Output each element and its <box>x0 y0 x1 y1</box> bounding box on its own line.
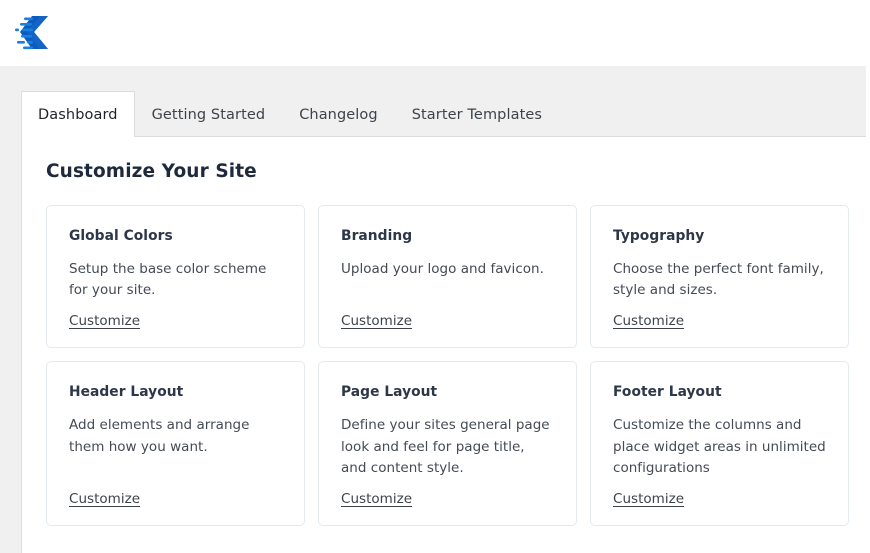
card-typography[interactable]: Typography Choose the perfect font famil… <box>590 205 849 349</box>
card-branding[interactable]: Branding Upload your logo and favicon. C… <box>318 205 577 349</box>
right-edge-spacer <box>866 0 870 553</box>
card-description: Add elements and arrange them how you wa… <box>69 417 250 455</box>
card-footer-layout[interactable]: Footer Layout Customize the columns and … <box>590 361 849 526</box>
customize-link-footer-layout[interactable]: Customize <box>613 491 684 507</box>
card-description: Define your sites general page look and … <box>341 417 550 476</box>
tab-changelog-label: Changelog <box>299 106 378 123</box>
customize-link-global-colors[interactable]: Customize <box>69 313 140 329</box>
card-global-colors[interactable]: Global Colors Setup the base color schem… <box>46 205 305 349</box>
customize-card-grid: Global Colors Setup the base color schem… <box>46 205 849 349</box>
tab-changelog[interactable]: Changelog <box>282 91 395 137</box>
card-description: Setup the base color scheme for your sit… <box>69 261 267 299</box>
card-title: Branding <box>341 228 413 244</box>
theme-logo-icon <box>14 12 62 54</box>
tab-dashboard[interactable]: Dashboard <box>21 91 135 138</box>
card-title: Global Colors <box>69 228 173 244</box>
tab-getting-started-label: Getting Started <box>151 106 266 123</box>
left-rail <box>0 66 21 553</box>
card-page-layout[interactable]: Page Layout Define your sites general pa… <box>318 361 577 526</box>
card-title: Header Layout <box>69 384 184 401</box>
customize-link-branding[interactable]: Customize <box>341 313 412 329</box>
card-header-layout[interactable]: Header Layout Add elements and arrange t… <box>46 361 305 526</box>
tab-list: Dashboard Getting Started Changelog Star… <box>21 91 559 138</box>
tab-starter-templates[interactable]: Starter Templates <box>395 91 559 137</box>
customize-card-grid-row-2: Header Layout Add elements and arrange t… <box>46 361 849 526</box>
tab-getting-started[interactable]: Getting Started <box>135 91 283 137</box>
admin-dashboard-page: Dashboard Getting Started Changelog Star… <box>0 0 870 553</box>
card-description: Upload your logo and favicon. <box>341 261 544 277</box>
card-description: Customize the columns and place widget a… <box>613 417 826 476</box>
tab-starter-templates-label: Starter Templates <box>411 106 543 123</box>
card-title: Typography <box>613 228 705 244</box>
page-title: Customize Your Site <box>46 161 257 182</box>
customize-link-header-layout[interactable]: Customize <box>69 491 140 507</box>
tab-dashboard-label: Dashboard <box>38 106 118 123</box>
customize-link-page-layout[interactable]: Customize <box>341 491 412 507</box>
content-panel: Customize Your Site Global Colors Setup … <box>21 136 866 553</box>
card-title: Page Layout <box>341 384 438 401</box>
logo-header <box>0 0 870 66</box>
customize-link-typography[interactable]: Customize <box>613 313 684 329</box>
card-title: Footer Layout <box>613 384 722 401</box>
card-description: Choose the perfect font family, style an… <box>613 261 824 299</box>
